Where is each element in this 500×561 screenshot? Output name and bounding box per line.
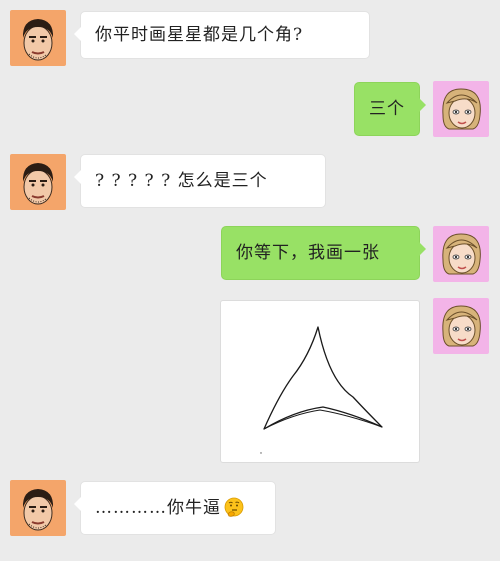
cartoon-man-avatar-icon [22, 19, 54, 61]
message-bubble-outgoing[interactable]: 三个 [354, 82, 426, 136]
message-bubble-outgoing[interactable]: 你等下，我画一张 [221, 226, 426, 280]
image-message[interactable] [220, 300, 420, 463]
message-text: 三个 [369, 99, 405, 119]
message-text: 你平时画星星都是几个角? [95, 25, 304, 45]
message-text: 你等下，我画一张 [236, 243, 380, 263]
avatar-man[interactable] [10, 480, 66, 536]
message-text: ? ? ? ? ? 怎么是三个 [95, 171, 268, 191]
three-pointed-star-drawing [260, 326, 383, 454]
avatar-woman[interactable] [433, 226, 489, 282]
message-bubble-incoming[interactable]: …………你牛逼 [74, 481, 276, 535]
cartoon-woman-avatar-icon [442, 305, 481, 347]
avatar-man[interactable] [10, 154, 66, 210]
cartoon-woman-avatar-icon [442, 88, 481, 130]
avatar-man[interactable] [10, 10, 66, 66]
message-bubble-incoming[interactable]: ? ? ? ? ? 怎么是三个 [74, 154, 326, 208]
thinking-face-icon [224, 497, 244, 517]
message-text: …………你牛逼 [95, 498, 221, 518]
cartoon-man-avatar-icon [22, 163, 54, 205]
message-bubble-incoming[interactable]: 你平时画星星都是几个角? [74, 11, 370, 59]
cartoon-man-avatar-icon [22, 489, 54, 531]
avatar-woman[interactable] [433, 81, 489, 137]
cartoon-woman-avatar-icon [442, 233, 481, 275]
avatar-woman[interactable] [433, 298, 489, 354]
